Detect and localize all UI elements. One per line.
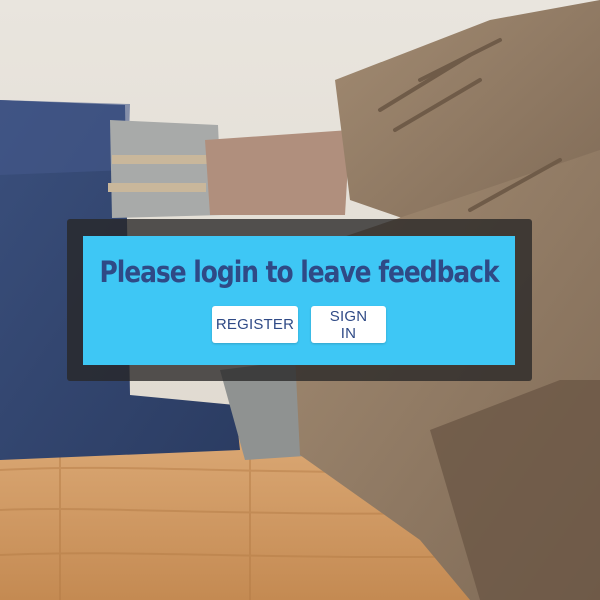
login-prompt-title: Please login to leave feedback [99,255,499,289]
sign-in-button[interactable]: SIGN IN [311,306,386,343]
login-actions: REGISTER SIGN IN [212,306,386,343]
register-button[interactable]: REGISTER [212,306,298,343]
login-prompt-panel: Please login to leave feedback REGISTER … [83,236,515,365]
